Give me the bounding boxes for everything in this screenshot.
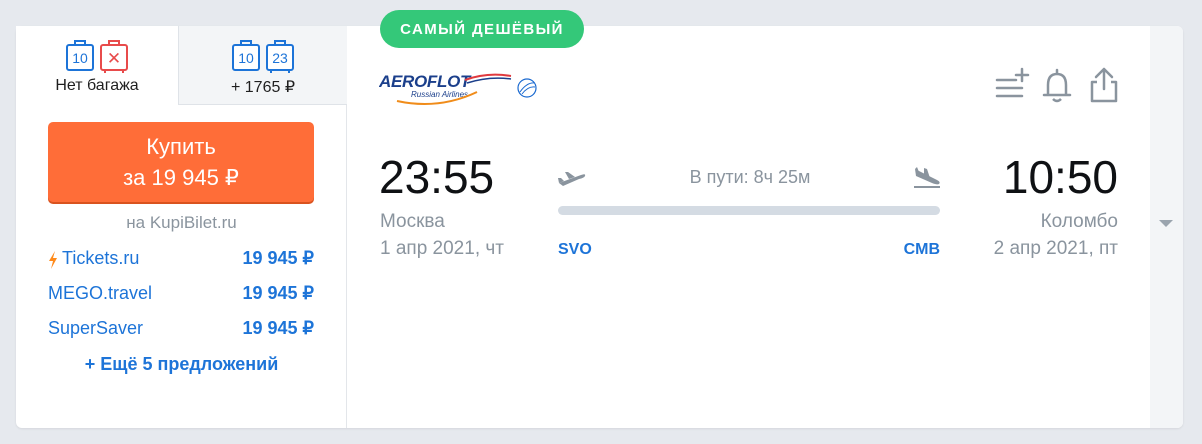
buy-button[interactable]: Купить за 19 945 ₽: [48, 122, 314, 202]
hand-luggage-icon: 10: [232, 40, 260, 71]
chevron-down-icon[interactable]: [1158, 219, 1174, 229]
tab-with-baggage-label: + 1765 ₽: [230, 79, 295, 96]
offer-row[interactable]: SuperSaver 19 945 ₽: [48, 318, 314, 344]
svg-text:23: 23: [272, 50, 288, 66]
svg-text:✕: ✕: [107, 49, 121, 69]
more-offers-link[interactable]: + Ещё 5 предложений: [16, 354, 347, 375]
offer-price: 19 945 ₽: [242, 248, 314, 268]
checked-baggage-icon: 23: [266, 40, 294, 73]
offer-row[interactable]: MEGO.travel 19 945 ₽: [48, 283, 314, 309]
arrival-time: 10:50: [1002, 151, 1118, 203]
tab-with-baggage[interactable]: 10 23 + 1765 ₽: [179, 26, 347, 105]
tab-no-baggage-label: Нет багажа: [55, 77, 139, 94]
hand-luggage-icon: 10: [66, 40, 94, 71]
arrival-city: Коломбо: [1040, 211, 1118, 232]
buy-button-label: Купить: [146, 134, 216, 159]
share-icon[interactable]: [1086, 66, 1122, 104]
flight-duration: В пути: 8ч 25м: [689, 167, 811, 187]
offer-name[interactable]: Tickets.ru: [62, 248, 139, 269]
arrival-airport-code: CMB: [903, 241, 940, 258]
tab-no-baggage[interactable]: 10 ✕ Нет багажа: [16, 26, 179, 105]
via-agency: на KupiBilet.ru: [126, 213, 237, 232]
offer-price: 19 945 ₽: [242, 318, 314, 338]
arrival-date: 2 апр 2021, пт: [993, 238, 1118, 259]
price-panel: 10 ✕ Нет багажа 10 23 + 1765 ₽ Купить за…: [16, 26, 347, 428]
no-baggage-icon: ✕: [100, 40, 128, 73]
svg-text:10: 10: [72, 50, 88, 66]
aeroflot-logo: AEROFLOT Russian Airlines: [379, 72, 537, 105]
offer-name[interactable]: SuperSaver: [48, 318, 143, 339]
landing-icon: [914, 167, 940, 188]
offer-price: 19 945 ₽: [242, 283, 314, 303]
departure-airport-code: SVO: [558, 241, 592, 258]
offer-name[interactable]: MEGO.travel: [48, 283, 152, 304]
departure-date: 1 апр 2021, чт: [380, 238, 504, 259]
offer-row[interactable]: Tickets.ru 19 945 ₽: [48, 248, 314, 274]
cheapest-badge: САМЫЙ ДЕШЁВЫЙ: [380, 10, 584, 48]
takeoff-icon: [558, 172, 586, 186]
svg-text:10: 10: [238, 50, 254, 66]
svg-text:AEROFLOT: AEROFLOT: [379, 72, 472, 91]
route-bar: [558, 206, 940, 215]
buy-button-price: за 19 945 ₽: [123, 165, 239, 190]
bell-icon[interactable]: [1039, 66, 1075, 104]
svg-text:Russian Airlines: Russian Airlines: [411, 90, 468, 99]
playlist-add-icon[interactable]: [994, 66, 1030, 104]
departure-city: Москва: [380, 211, 445, 232]
departure-time: 23:55: [379, 151, 495, 203]
bolt-icon: [49, 251, 57, 269]
